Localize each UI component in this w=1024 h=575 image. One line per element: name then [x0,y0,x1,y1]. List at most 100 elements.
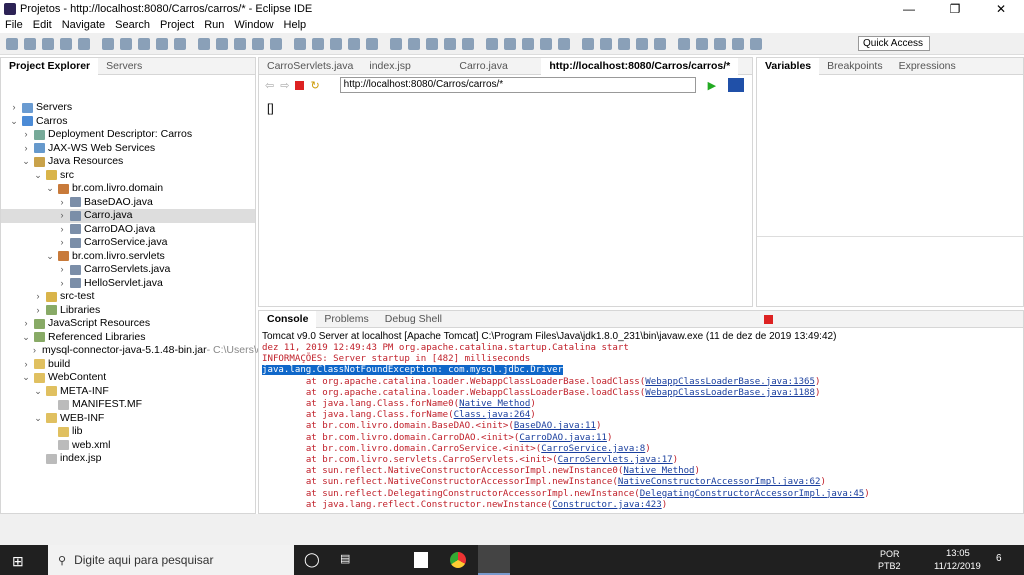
toolbar-button-icon[interactable] [120,37,132,50]
tree-item[interactable]: › Servers [1,101,255,115]
toolbar-button-icon[interactable] [582,37,594,50]
toolbar-button-icon[interactable] [270,37,282,50]
toolbar-button-icon[interactable] [678,37,690,50]
tree-item[interactable]: › CarroDAO.java [1,223,255,237]
tree-item[interactable]: web.xml [1,439,255,453]
toolbar-button-icon[interactable] [714,37,726,50]
stack-trace-link[interactable]: WebappClassLoaderBase.java:1188 [645,388,815,398]
tree-item[interactable]: ⌄ br.com.livro.domain [1,182,255,196]
editor-tab[interactable]: index.jsp [361,58,451,75]
tree-item[interactable]: ⌄ Carros [1,115,255,129]
stack-trace-link[interactable]: CarroDAO.java:11 [519,433,607,443]
toolbar-button-icon[interactable] [156,37,168,50]
notification-count[interactable]: 6 [996,553,1002,564]
toolbar-button-icon[interactable] [252,37,264,50]
stack-trace-link[interactable]: NativeConstructorAccessorImpl.java:62 [618,477,821,487]
toolbar-button-icon[interactable] [462,37,474,50]
menu-run[interactable]: Run [199,18,229,32]
stack-trace-link[interactable]: WebappClassLoaderBase.java:1365 [645,377,815,387]
toolbar-button-icon[interactable] [522,37,534,50]
chrome-icon[interactable] [450,552,466,568]
toolbar-button-icon[interactable] [78,37,90,50]
toolbar-button-icon[interactable] [60,37,72,50]
tab-variables[interactable]: Variables [757,57,820,75]
search-box[interactable]: ⚲ Digite aqui para pesquisar [48,545,294,575]
toolbar-button-icon[interactable] [408,37,420,50]
toolbar-button-icon[interactable] [504,37,516,50]
toolbar-button-icon[interactable] [138,37,150,50]
stack-trace-link[interactable]: BaseDAO.java:11 [514,421,596,431]
expand-icon[interactable]: › [21,142,31,156]
tree-item[interactable]: › BaseDAO.java [1,196,255,210]
expand-icon[interactable]: › [33,304,43,318]
url-input[interactable]: http://localhost:8080/Carros/carros/* [339,77,696,93]
collapse-icon[interactable]: ⌄ [9,115,19,129]
tree-item[interactable]: › JAX-WS Web Services [1,142,255,156]
task-view-icon[interactable]: ▤ [340,552,350,565]
tree-item[interactable]: › Deployment Descriptor: Carros [1,128,255,142]
tree-item[interactable]: ⌄ Java Resources [1,155,255,169]
toolbar-button-icon[interactable] [366,37,378,50]
expand-icon[interactable]: › [21,317,31,331]
clock-date[interactable]: 11/12/2019 [934,561,981,572]
toolbar-button-icon[interactable] [558,37,570,50]
open-external-icon[interactable] [728,78,745,92]
toolbar-button-icon[interactable] [732,37,744,50]
expand-icon[interactable]: › [57,223,67,237]
tree-item[interactable]: ⌄ br.com.livro.servlets [1,250,255,264]
stack-trace-link[interactable]: CarroService.java:8 [541,444,645,454]
quick-access-input[interactable]: Quick Access [858,36,930,51]
tab-problems[interactable]: Problems [316,311,376,328]
expand-icon[interactable]: › [57,209,67,223]
toolbar-button-icon[interactable] [426,37,438,50]
maximize-button[interactable]: ❐ [932,0,978,18]
app-icon[interactable] [414,552,428,568]
forward-icon[interactable]: ⇨ [280,79,289,92]
toolbar-button-icon[interactable] [102,37,114,50]
tree-item[interactable]: › build [1,358,255,372]
tab-debug-shell[interactable]: Debug Shell [377,311,450,328]
menu-help[interactable]: Help [279,18,312,32]
stack-trace-link[interactable]: DelegatingConstructorAccessorImpl.java:4… [640,489,864,499]
toolbar-button-icon[interactable] [294,37,306,50]
collapse-icon[interactable]: ⌄ [33,412,43,426]
tree-item[interactable]: ⌄ Referenced Libraries [1,331,255,345]
editor-tab[interactable]: CarroServlets.java [259,58,361,75]
stack-trace-link[interactable]: Constructor.java:423 [552,500,662,510]
toolbar-button-icon[interactable] [216,37,228,50]
tab-breakpoints[interactable]: Breakpoints [819,58,890,75]
go-icon[interactable]: ▶ [708,79,716,92]
menu-project[interactable]: Project [155,18,199,32]
tree-item[interactable]: MANIFEST.MF [1,398,255,412]
toolbar-button-icon[interactable] [636,37,648,50]
tree-item[interactable]: ⌄ src [1,169,255,183]
editor-tab[interactable]: http://localhost:8080/Carros/carros/* [541,57,739,75]
tree-item[interactable]: index.jsp [1,452,255,466]
toolbar-button-icon[interactable] [6,37,18,50]
terminate-icon[interactable] [764,314,773,324]
stop-icon[interactable] [295,80,305,90]
tree-item[interactable]: › JavaScript Resources [1,317,255,331]
toolbar-button-icon[interactable] [312,37,324,50]
stack-trace-link[interactable]: Native Method [623,466,694,476]
tab-console[interactable]: Console [259,310,317,328]
tree-item[interactable]: lib [1,425,255,439]
windows-start-icon[interactable]: ⊞ [12,553,24,570]
toolbar-button-icon[interactable] [750,37,762,50]
toolbar-button-icon[interactable] [654,37,666,50]
expand-icon[interactable]: › [57,277,67,291]
collapse-icon[interactable]: ⌄ [45,182,55,196]
tab-project-explorer[interactable]: Project Explorer [1,57,99,75]
collapse-icon[interactable]: ⌄ [21,371,31,385]
expand-icon[interactable]: › [57,263,67,277]
close-button[interactable]: ✕ [978,0,1024,18]
tree-item[interactable]: ⌄ WEB-INF [1,412,255,426]
menu-window[interactable]: Window [229,18,278,32]
stack-trace-link[interactable]: CarroServlets.java:17 [558,455,673,465]
toolbar-button-icon[interactable] [24,37,36,50]
menu-navigate[interactable]: Navigate [57,18,110,32]
tree-item[interactable]: › HelloServlet.java [1,277,255,291]
toolbar-button-icon[interactable] [696,37,708,50]
back-icon[interactable]: ⇦ [265,79,274,92]
tab-expressions[interactable]: Expressions [891,58,964,75]
